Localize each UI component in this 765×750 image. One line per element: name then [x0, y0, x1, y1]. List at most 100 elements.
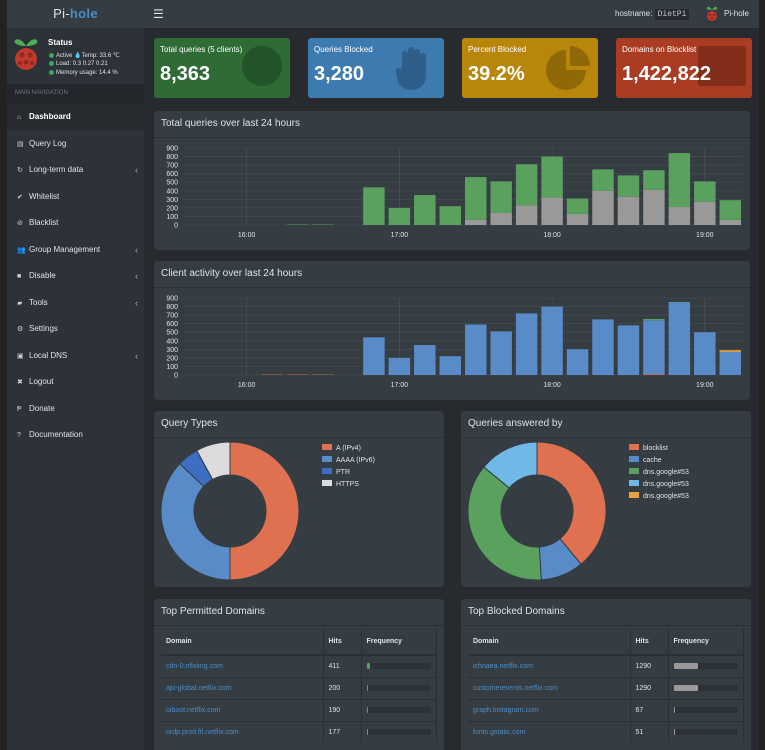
sidebar-item-local-dns[interactable]: ▣ Local DNS ‹ — [7, 343, 144, 369]
stat-box-percent-blocked[interactable]: Percent Blocked 39.2% — [462, 38, 598, 98]
chart-bar[interactable] — [719, 351, 741, 375]
domain-link[interactable]: graph.instagram.com — [468, 698, 631, 721]
chart-bar[interactable] — [592, 169, 614, 191]
total-queries-chart[interactable]: 0 100 200300 400500 600700 800900 16:00 17:00 18… — [154, 111, 750, 250]
chart-bar[interactable] — [465, 324, 487, 375]
chart-bar[interactable] — [668, 303, 691, 375]
sidebar-item-donate[interactable]: Ᵽ Donate — [7, 396, 144, 422]
chart-bar[interactable] — [643, 320, 665, 375]
chart-bar[interactable] — [515, 205, 538, 225]
chart-bar[interactable] — [490, 331, 512, 375]
chart-bar[interactable] — [465, 177, 487, 220]
x-tick-label: 19:00 — [696, 232, 714, 239]
chart-bar[interactable] — [363, 187, 385, 225]
column-header-hits[interactable]: Hits — [630, 629, 669, 656]
chart-bar[interactable] — [719, 350, 741, 352]
sidebar-item-label: Donate — [29, 403, 55, 413]
query-types-doughnut[interactable] — [154, 411, 444, 587]
sidebar-item-logout[interactable]: ✖ Logout — [7, 369, 144, 395]
pihole-logo[interactable]: Pi-hole — [7, 0, 144, 28]
sidebar-item-group-management[interactable]: 👥 Group Management ‹ — [7, 237, 144, 263]
raspberry-logo-icon[interactable] — [705, 5, 719, 23]
column-header-frequency[interactable]: Frequency — [668, 629, 744, 656]
chart-bar[interactable] — [719, 219, 741, 225]
sidebar-item-dashboard[interactable]: ⌂ Dashboard — [7, 104, 144, 130]
chart-bar[interactable] — [694, 201, 716, 225]
chart-bar[interactable] — [668, 207, 691, 225]
chart-bar[interactable] — [668, 302, 691, 304]
chart-bar[interactable] — [363, 337, 385, 375]
chart-bar[interactable] — [617, 196, 640, 225]
sidebar-item-tools[interactable]: ▰ Tools ‹ — [7, 290, 144, 316]
chart-bar[interactable] — [465, 219, 487, 225]
legend-item[interactable]: AAAA (IPv6) — [322, 456, 375, 468]
sidebar-item-documentation[interactable]: ? Documentation — [7, 422, 144, 448]
chart-bar[interactable] — [541, 197, 563, 225]
chart-bar[interactable] — [515, 164, 538, 206]
chart-bar[interactable] — [414, 345, 436, 375]
column-header-frequency[interactable]: Frequency — [361, 629, 437, 656]
chart-bar[interactable] — [388, 207, 411, 225]
stat-label: Queries Blocked — [314, 45, 373, 54]
chart-bar[interactable] — [566, 349, 589, 375]
domain-link[interactable]: ichnaea.netflix.com — [468, 654, 631, 677]
domain-link[interactable]: uiboot.netflix.com — [161, 698, 324, 721]
queries-answered-doughnut[interactable] — [461, 411, 751, 587]
legend-item[interactable]: cache — [629, 456, 689, 468]
sidebar-item-disable[interactable]: ■ Disable ‹ — [7, 263, 144, 289]
chart-bar[interactable] — [668, 153, 691, 208]
chart-bar[interactable] — [719, 200, 741, 220]
status-active-row: Active 💧Temp: 33.6 ℃ — [49, 52, 120, 59]
column-header-hits[interactable]: Hits — [323, 629, 362, 656]
chart-bar[interactable] — [643, 318, 665, 321]
user-name[interactable]: Pi-hole — [724, 9, 749, 18]
chart-bar[interactable] — [566, 198, 589, 214]
chart-bar[interactable] — [643, 374, 665, 375]
chart-bar[interactable] — [643, 170, 665, 190]
legend-item[interactable]: A (IPv4) — [322, 444, 375, 456]
sidebar-item-whitelist[interactable]: ✔ Whitelist — [7, 184, 144, 210]
legend-item[interactable]: PTR — [322, 468, 375, 480]
sidebar-item-query-log[interactable]: ▤ Query Log — [7, 131, 144, 157]
column-header-domain[interactable]: Domain — [468, 629, 631, 656]
domain-link[interactable]: customerevents.netflix.com — [468, 676, 631, 699]
domain-link[interactable]: cdn-0.nflximg.com — [161, 654, 324, 677]
sidebar-item-blacklist[interactable]: ⊘ Blacklist — [7, 210, 144, 236]
client-activity-chart[interactable]: 0 100 200300 400500 600700 800900 16:00 17:00 18… — [154, 261, 750, 400]
chart-bar[interactable] — [566, 213, 589, 225]
chart-bar[interactable] — [617, 175, 640, 197]
chart-bar[interactable] — [515, 313, 538, 375]
chart-bar[interactable] — [694, 181, 716, 202]
chart-bar[interactable] — [592, 190, 614, 225]
stat-box-domains-on-blocklist[interactable]: Domains on Blocklist 1,422,822 — [616, 38, 752, 98]
stat-box-queries-blocked[interactable]: Queries Blocked 3,280 — [308, 38, 444, 98]
doughnut-slice[interactable] — [229, 441, 300, 581]
legend-item[interactable]: dns.google#53 — [629, 468, 689, 480]
table-row: fonts.gstatic.com 51 — [468, 720, 744, 743]
domain-link[interactable]: api-global.netflix.com — [161, 676, 324, 699]
chart-bar[interactable] — [439, 206, 461, 225]
domain-link[interactable]: fonts.gstatic.com — [468, 720, 631, 743]
chart-bar[interactable] — [643, 189, 665, 225]
chart-bar[interactable] — [617, 325, 640, 375]
chart-bar[interactable] — [490, 181, 512, 214]
chart-bar[interactable] — [592, 319, 614, 375]
doughnut-slice[interactable] — [160, 463, 231, 581]
legend-item[interactable]: HTTPS — [322, 480, 375, 492]
domain-link[interactable]: nrdp.prod.ftl.netflix.com — [161, 720, 324, 743]
legend-item[interactable]: dns.google#53 — [629, 492, 689, 504]
chart-bar[interactable] — [439, 356, 461, 375]
legend-item[interactable]: blocklist — [629, 444, 689, 456]
sidebar-item-settings[interactable]: ⚙ Settings — [7, 316, 144, 342]
sidebar-item-long-term-data[interactable]: ↻ Long-term data ‹ — [7, 157, 144, 183]
chart-bar[interactable] — [694, 332, 716, 375]
chart-bar[interactable] — [541, 156, 563, 198]
column-header-domain[interactable]: Domain — [161, 629, 324, 656]
chart-bar[interactable] — [414, 195, 436, 225]
chart-bar[interactable] — [541, 306, 563, 375]
legend-item[interactable]: dns.google#53 — [629, 480, 689, 492]
chart-bar[interactable] — [388, 357, 411, 375]
menu-toggle-icon[interactable]: ☰ — [153, 7, 167, 21]
stat-box-total-queries[interactable]: Total queries (5 clients) 8,363 — [154, 38, 290, 98]
chart-bar[interactable] — [490, 213, 512, 225]
